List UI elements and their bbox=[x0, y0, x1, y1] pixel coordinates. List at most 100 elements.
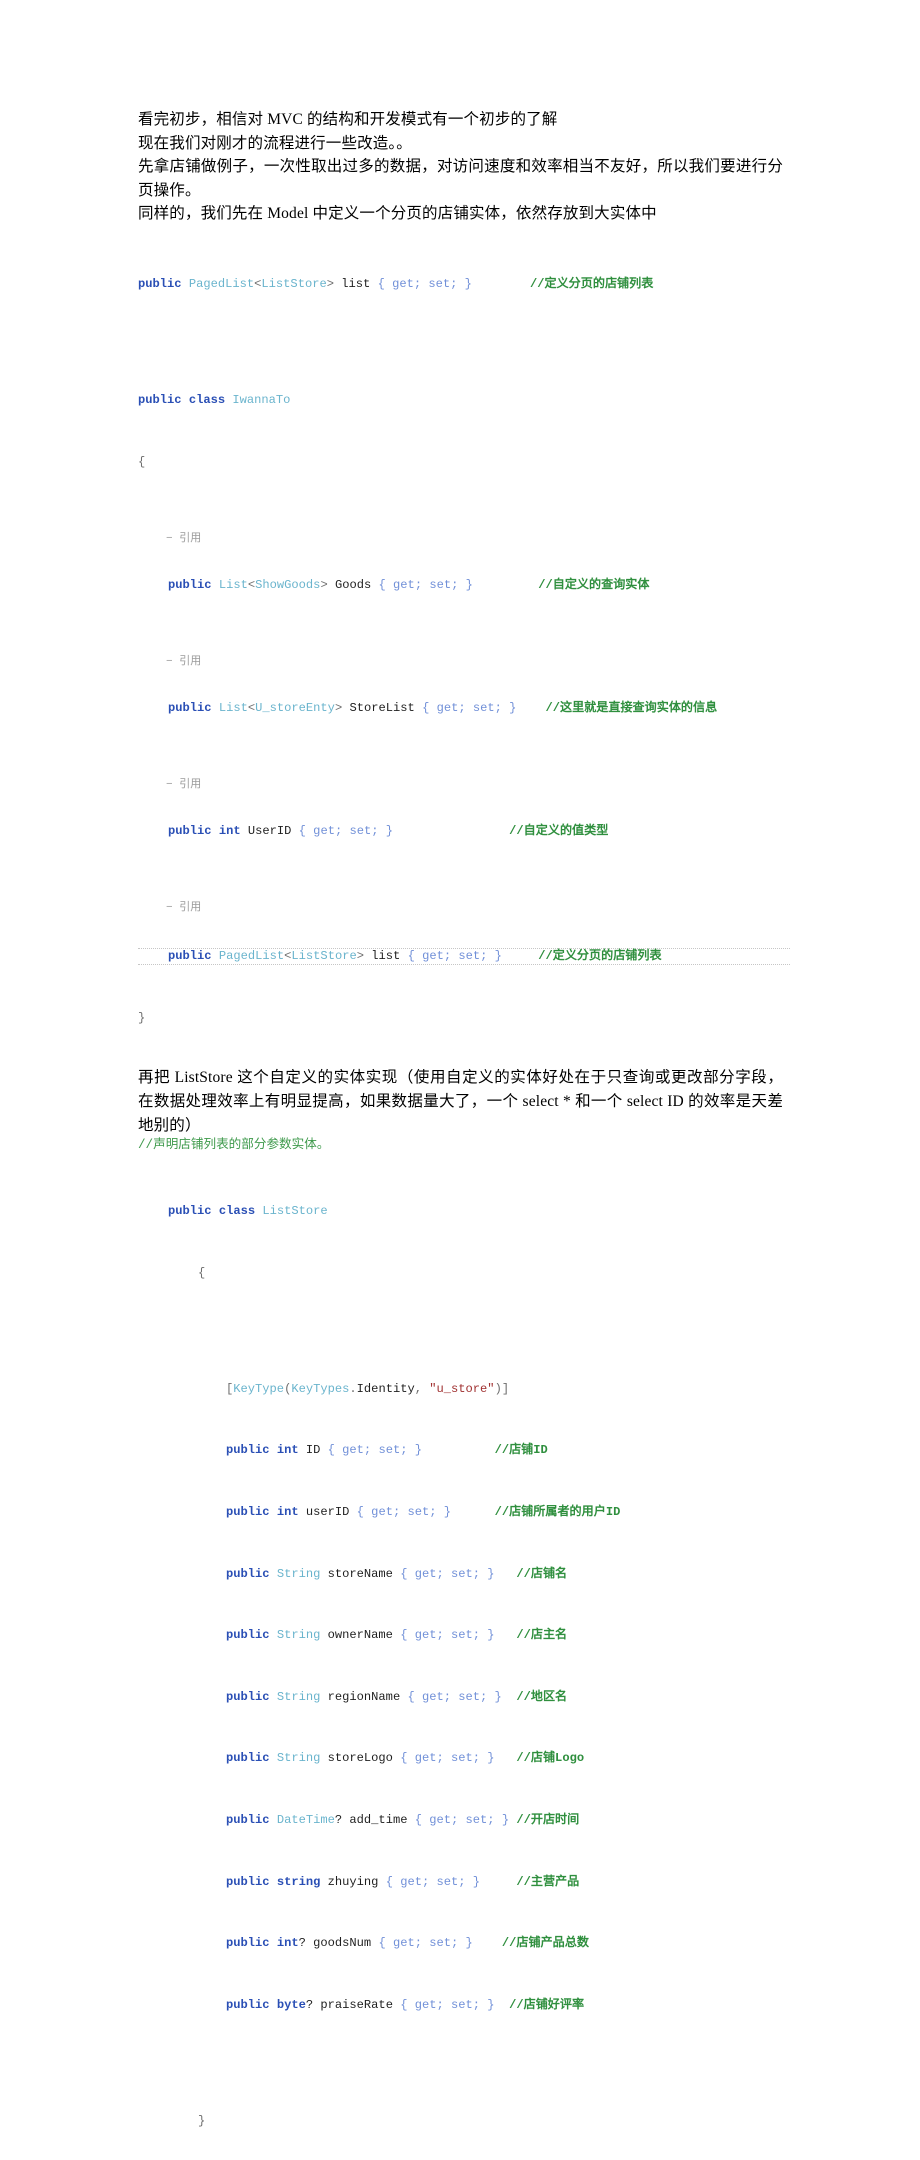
identifier-praiserate: praiseRate bbox=[320, 1997, 393, 2012]
code-line-prop-regionname: public String regionName { get; set; } /… bbox=[168, 1690, 790, 1705]
type-list: List bbox=[218, 577, 248, 592]
keyword-class: class bbox=[188, 393, 226, 408]
code-line-prop-goodsnum: public int? goodsNum { get; set; } //店铺产… bbox=[168, 1936, 790, 1951]
code-line-member-storelist: public List<U_storeEnty> StoreList { get… bbox=[138, 701, 790, 716]
keyword-public: public bbox=[226, 1628, 270, 1643]
code-comment: //自定义的查询实体 bbox=[538, 577, 650, 592]
identifier-goods: Goods bbox=[334, 577, 372, 592]
angle-close: > bbox=[320, 577, 328, 592]
keyword-public: public bbox=[138, 277, 182, 292]
accessors: { get; set; } bbox=[378, 577, 473, 592]
paragraph-5: 再把 ListStore 这个自定义的实体实现（使用自定义的实体好处在于只查询或… bbox=[138, 1069, 783, 1134]
enum-value-identity: Identity bbox=[356, 1381, 415, 1396]
angle-close: > bbox=[334, 701, 343, 716]
code-comment: //店铺名 bbox=[516, 1566, 568, 1581]
code-line-attribute-keytype: [KeyType(KeyTypes.Identity, "u_store")] bbox=[168, 1382, 790, 1397]
nullable-marker: ? bbox=[305, 1997, 314, 2012]
identifier-list: list bbox=[371, 948, 401, 963]
dot: . bbox=[349, 1381, 357, 1396]
brace-close: } bbox=[138, 1011, 146, 1026]
keyword-public: public bbox=[168, 577, 212, 592]
identifier-add-time: add_time bbox=[349, 1813, 408, 1828]
paragraph-1: 看完初步，相信对 MVC 的结构和开发模式有一个初步的了解 bbox=[138, 111, 558, 128]
codelens-dash: − bbox=[166, 902, 173, 915]
code-line-member-goods: public List<ShowGoods> Goods { get; set;… bbox=[138, 578, 790, 593]
code-comment: //店主名 bbox=[516, 1628, 568, 1643]
keyword-public: public bbox=[226, 1936, 270, 1951]
identifier-ownername: ownerName bbox=[327, 1628, 393, 1643]
accessors: { get; set; } bbox=[400, 1628, 495, 1643]
identifier-storename: storeName bbox=[327, 1566, 393, 1581]
code-comment: //开店时间 bbox=[516, 1813, 580, 1828]
keyword-public: public bbox=[168, 1204, 212, 1219]
standalone-comment-line: //声明店铺列表的部分参数实体。 bbox=[138, 1138, 330, 1153]
code-comment: //店铺Logo bbox=[516, 1751, 585, 1766]
identifier-list: list bbox=[341, 277, 371, 292]
keyword-public: public bbox=[226, 1689, 270, 1704]
brace-open: { bbox=[198, 1265, 206, 1280]
document-page: 看完初步，相信对 MVC 的结构和开发模式有一个初步的了解 现在我们对刚才的流程… bbox=[0, 0, 920, 2128]
accessors: { get; set; } bbox=[414, 1813, 510, 1828]
code-comment: //店铺所属者的用户ID bbox=[494, 1504, 621, 1519]
accessors: { get; set; } bbox=[422, 701, 517, 716]
code-line-standalone-list: public PagedList<ListStore> list { get; … bbox=[138, 277, 790, 292]
code-comment: //定义分页的店铺列表 bbox=[538, 948, 662, 963]
code-comment: //这里就是直接查询实体的信息 bbox=[545, 701, 718, 716]
type-string: String bbox=[276, 1689, 321, 1704]
code-block-iwannato: public PagedList<ListStore> list { get; … bbox=[138, 231, 790, 1057]
accessors: { get; set; } bbox=[407, 948, 502, 963]
accessors: { get; set; } bbox=[400, 1566, 495, 1581]
identifier-zhuying: zhuying bbox=[327, 1874, 379, 1889]
code-line-prop-storename: public String storeName { get; set; } //… bbox=[168, 1567, 790, 1582]
type-byte: byte bbox=[276, 1997, 306, 2012]
accessors: { get; set; } bbox=[327, 1443, 422, 1458]
keyword-public: public bbox=[226, 1751, 270, 1766]
keyword-public: public bbox=[226, 1813, 270, 1828]
bracket-open: [ bbox=[226, 1381, 234, 1396]
accessors: { get; set; } bbox=[385, 1874, 481, 1889]
keyword-public: public bbox=[168, 701, 212, 716]
code-line-close-brace: } bbox=[138, 1011, 790, 1026]
accessors: { get; set; } bbox=[400, 1997, 495, 2012]
generic-u-storeenty: U_storeEnty bbox=[255, 701, 335, 716]
code-block-liststore: public class ListStore { [KeyType(KeyTyp… bbox=[138, 1158, 790, 2160]
identifier-id: ID bbox=[305, 1443, 321, 1458]
code-line-open-brace: { bbox=[138, 455, 790, 470]
keyword-public: public bbox=[226, 1443, 270, 1458]
codelens-dash: − bbox=[166, 779, 173, 792]
type-string-lower: string bbox=[276, 1874, 321, 1889]
type-string: String bbox=[276, 1566, 321, 1581]
type-pagedlist: PagedList bbox=[188, 277, 255, 292]
code-line-class-decl: public class IwannaTo bbox=[138, 393, 790, 408]
bracket-close: ] bbox=[501, 1381, 510, 1396]
code-line-prop-userid: public int userID { get; set; } //店铺所属者的… bbox=[168, 1505, 790, 1520]
code-line-prop-storelogo: public String storeLogo { get; set; } //… bbox=[168, 1751, 790, 1766]
identifier-storelogo: storeLogo bbox=[327, 1751, 393, 1766]
type-int: int bbox=[276, 1936, 299, 1951]
code-line-member-list-selected[interactable]: public PagedList<ListStore> list { get; … bbox=[138, 947, 790, 965]
keyword-public: public bbox=[168, 948, 212, 963]
codelens-reference[interactable]: − 引用 bbox=[138, 901, 790, 916]
class-name-liststore: ListStore bbox=[262, 1204, 328, 1219]
identifier-userid: UserID bbox=[247, 824, 292, 839]
paragraph-2: 现在我们对刚才的流程进行一些改造。。 bbox=[138, 134, 412, 152]
accessors: { get; set; } bbox=[356, 1504, 452, 1519]
accessors: { get; set; } bbox=[400, 1751, 495, 1766]
angle-close: > bbox=[356, 948, 364, 963]
code-comment: //定义分页的店铺列表 bbox=[529, 277, 654, 292]
angle-close: > bbox=[326, 277, 334, 292]
type-int: int bbox=[276, 1443, 299, 1458]
code-comment: //主营产品 bbox=[516, 1874, 580, 1889]
code-comment: //店铺ID bbox=[494, 1443, 548, 1458]
codelens-reference[interactable]: − 引用 bbox=[138, 655, 790, 670]
codelens-reference[interactable]: − 引用 bbox=[138, 532, 790, 547]
paragraph-3: 先拿店铺做例子，一次性取出过多的数据，对访问速度和效率相当不友好，所以我们要进行… bbox=[138, 158, 783, 199]
code-line-prop-id: public int ID { get; set; } //店铺ID bbox=[168, 1443, 790, 1458]
code-line-open-brace: { bbox=[168, 1266, 790, 1281]
codelens-dash: − bbox=[166, 655, 173, 668]
code-line-class-decl: public class ListStore bbox=[168, 1204, 790, 1219]
codelens-reference[interactable]: − 引用 bbox=[138, 778, 790, 793]
accessors: { get; set; } bbox=[298, 824, 394, 839]
string-literal-u-store: "u_store" bbox=[429, 1381, 495, 1396]
identifier-goodsnum: goodsNum bbox=[313, 1936, 372, 1951]
